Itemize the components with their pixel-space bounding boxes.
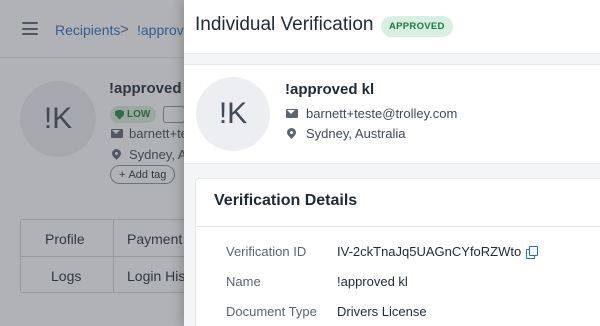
status-badge: APPROVED xyxy=(381,16,453,37)
detail-label-document-type: Document Type xyxy=(226,304,317,319)
details-title: Verification Details xyxy=(214,192,358,209)
detail-label-verification-id: Verification ID xyxy=(226,244,307,259)
profile-name: !approved kl xyxy=(285,81,375,98)
mail-icon xyxy=(286,109,298,118)
detail-label-name: Name xyxy=(226,274,261,289)
drawer-title: Individual Verification xyxy=(195,14,374,35)
verification-id-text: IV-2ckTnaJq5UAGnCYfoRZWto xyxy=(337,244,522,259)
profile-email-text: barnett+teste@trolley.com xyxy=(306,106,458,121)
profile-location: Sydney, Australia xyxy=(285,126,406,141)
verification-drawer: Individual Verification APPROVED !K !app… xyxy=(184,0,600,326)
profile-location-text: Sydney, Australia xyxy=(306,126,406,141)
copy-icon[interactable] xyxy=(526,245,539,259)
drawer-header: Individual Verification APPROVED xyxy=(184,0,600,54)
location-pin-icon xyxy=(285,126,298,139)
detail-value-verification-id: IV-2ckTnaJq5UAGnCYfoRZWto xyxy=(337,244,539,259)
profile-card: !K !approved kl barnett+teste@trolley.co… xyxy=(184,64,600,164)
divider xyxy=(195,226,600,227)
detail-value-name: !approved kl xyxy=(337,274,408,289)
avatar: !K xyxy=(196,77,270,151)
profile-email: barnett+teste@trolley.com xyxy=(286,106,457,121)
detail-value-document-type: Drivers License xyxy=(337,304,427,319)
